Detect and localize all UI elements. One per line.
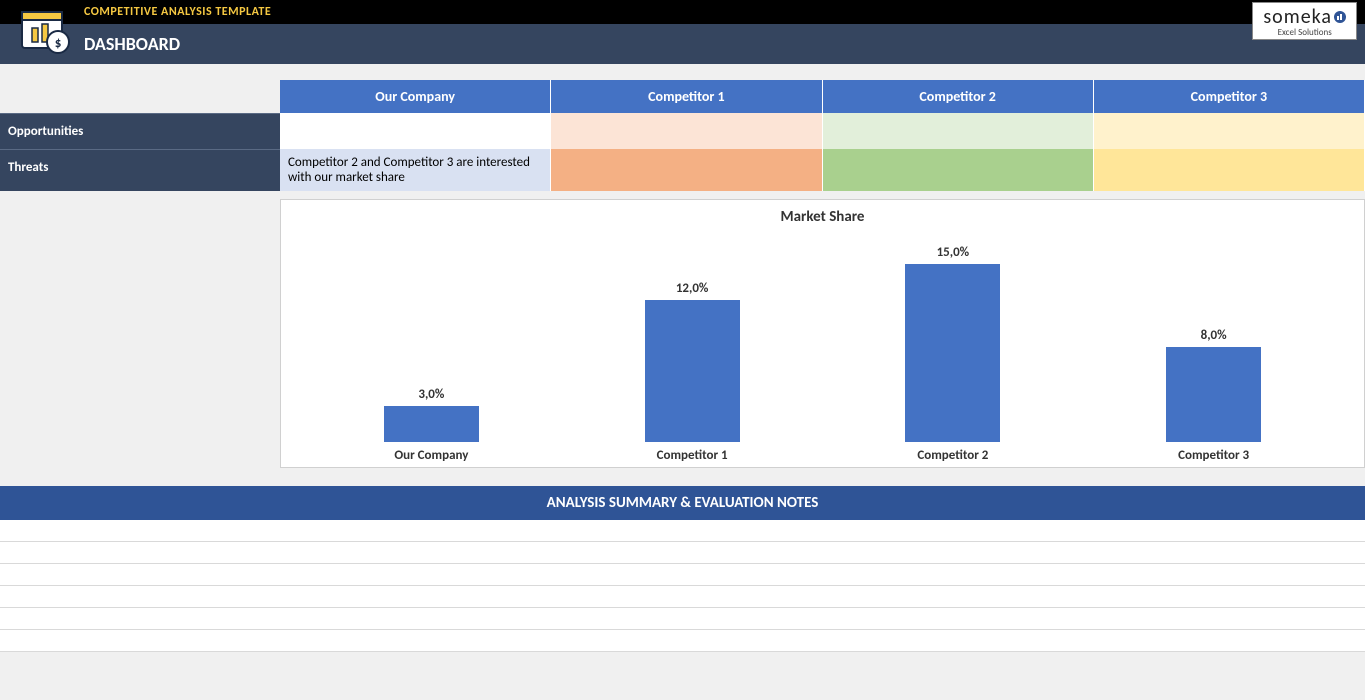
summary-row[interactable]: [0, 586, 1365, 608]
chart-bar: 8,0%: [1099, 328, 1328, 442]
summary-row[interactable]: [0, 564, 1365, 586]
summary-row[interactable]: [0, 520, 1365, 542]
someka-logo: someka Excel Solutions: [1252, 2, 1357, 40]
svg-text:$: $: [55, 36, 62, 51]
cell-opp-c2[interactable]: [823, 113, 1094, 149]
col-competitor-3[interactable]: Competitor 3: [1094, 80, 1365, 113]
bar-rect: [384, 406, 479, 442]
header: $ DASHBOARD someka Excel Solutions: [0, 24, 1365, 64]
topbar: COMPETITIVE ANALYSIS TEMPLATE: [0, 0, 1365, 24]
bar-value-label: 12,0%: [676, 281, 709, 296]
chart-bar: 12,0%: [577, 281, 806, 443]
bar-value-label: 3,0%: [418, 387, 444, 402]
dashboard-icon: $: [18, 2, 74, 58]
chart-title: Market Share: [301, 208, 1344, 226]
cell-thr-our[interactable]: Competitor 2 and Competitor 3 are intere…: [280, 149, 551, 191]
row-opportunities[interactable]: Opportunities: [0, 113, 280, 149]
chart-plot-area: 3,0% 12,0% 15,0% 8,0%: [301, 232, 1344, 442]
x-axis-label: Competitor 1: [577, 448, 806, 463]
bar-rect: [1166, 347, 1261, 442]
col-competitor-2[interactable]: Competitor 2: [823, 80, 1094, 113]
logo-chart-icon: [1334, 11, 1346, 23]
cell-thr-c3[interactable]: [1094, 149, 1365, 191]
col-our-company[interactable]: Our Company: [280, 80, 551, 113]
page-title: DASHBOARD: [84, 33, 180, 55]
bar-rect: [905, 264, 1000, 442]
swot-grid: Our Company Competitor 1 Competitor 2 Co…: [0, 80, 1365, 191]
x-axis-label: Competitor 2: [838, 448, 1067, 463]
bar-value-label: 15,0%: [937, 245, 970, 260]
summary-row[interactable]: [0, 542, 1365, 564]
bar-value-label: 8,0%: [1201, 328, 1227, 343]
template-title: COMPETITIVE ANALYSIS TEMPLATE: [84, 5, 271, 19]
x-axis-label: Our Company: [317, 448, 546, 463]
chart-bar: 3,0%: [317, 387, 546, 442]
cell-opp-c1[interactable]: [551, 113, 822, 149]
chart-bar: 15,0%: [838, 245, 1067, 442]
summary-header: ANALYSIS SUMMARY & EVALUATION NOTES: [0, 486, 1365, 520]
x-axis-label: Competitor 3: [1099, 448, 1328, 463]
market-share-chart: Market Share 3,0% 12,0% 15,0% 8,0% Our Comp…: [280, 199, 1365, 468]
cell-opp-c3[interactable]: [1094, 113, 1365, 149]
col-competitor-1[interactable]: Competitor 1: [551, 80, 822, 113]
cell-thr-c1[interactable]: [551, 149, 822, 191]
bar-rect: [645, 300, 740, 443]
summary-row[interactable]: [0, 630, 1365, 652]
summary-rows: [0, 520, 1365, 652]
summary-row[interactable]: [0, 608, 1365, 630]
cell-thr-c2[interactable]: [823, 149, 1094, 191]
row-threats[interactable]: Threats: [0, 149, 280, 191]
chart-x-axis: Our Company Competitor 1 Competitor 2 Compe…: [301, 448, 1344, 463]
cell-opp-our[interactable]: [280, 113, 551, 149]
